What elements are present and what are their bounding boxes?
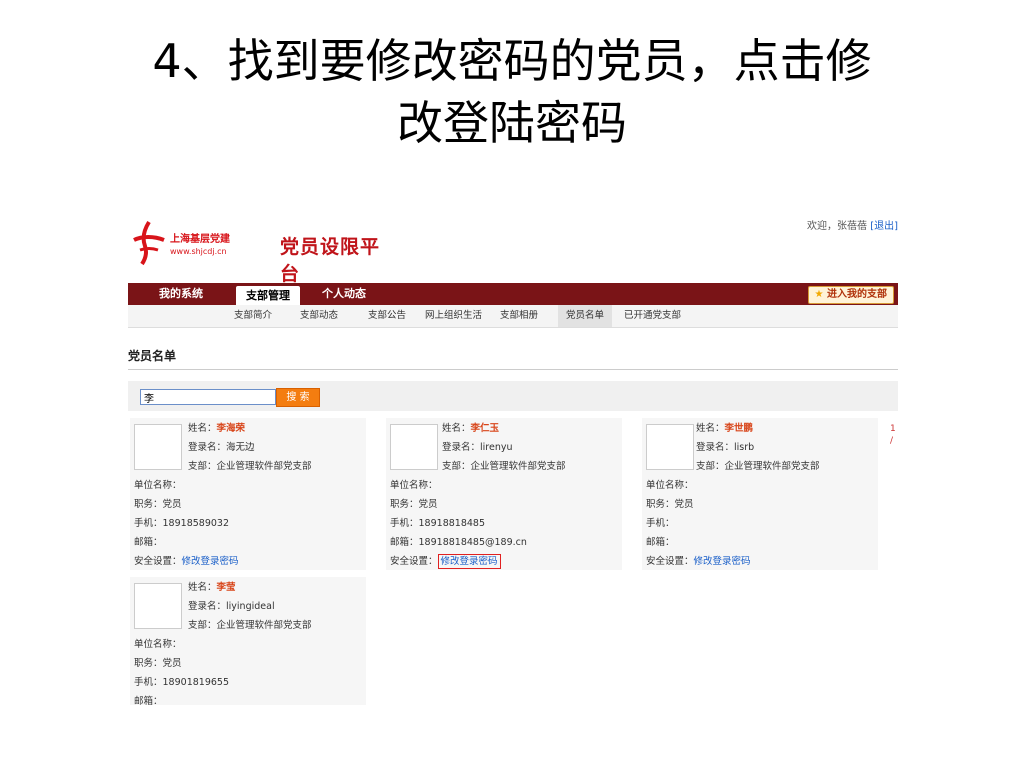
slide-title-line-2: 改登陆密码 <box>397 96 627 150</box>
member-duty-row: 职务：党员 <box>134 499 182 510</box>
member-name: 李仁玉 <box>470 423 500 434</box>
member-name-row: 姓名：李世鹏 <box>696 423 754 434</box>
member-email-row: 邮箱： <box>134 537 163 548</box>
site-logo[interactable]: 上海基层党建 www.shjcdj.cn 党员设限平台 <box>132 220 392 285</box>
welcome-bar: 欢迎，张蓓蓓 [退出] <box>807 217 898 232</box>
change-password-link-highlighted[interactable]: 修改登录密码 <box>437 554 501 569</box>
member-card: 姓名：李世鹏 登录名：lisrb 支部：企业管理软件部党支部 单位名称： 职务：… <box>642 418 878 570</box>
sub-nav: 支部简介 支部动态 支部公告 网上组织生活 支部相册 党员名单 已开通党支部 <box>128 305 898 328</box>
tab-personal-activity[interactable]: 个人动态 <box>314 283 374 305</box>
member-security-row: 安全设置：修改登录密码 <box>390 553 501 569</box>
member-login-row: 登录名：lisrb <box>696 442 755 453</box>
slide-title-line-1: 4、找到要修改密码的党员，点击修 <box>152 34 872 88</box>
member-branch: 企业管理软件部党支部 <box>724 461 820 472</box>
subnav-branch-notice[interactable]: 支部公告 <box>368 305 406 327</box>
member-card: 姓名：李仁玉 登录名：lirenyu 支部：企业管理软件部党支部 单位名称： 职… <box>386 418 622 570</box>
subnav-branch-intro[interactable]: 支部简介 <box>234 305 272 327</box>
tab-branch-management[interactable]: 支部管理 <box>236 286 300 305</box>
member-login: lirenyu <box>480 442 513 453</box>
member-login-row: 登录名：liyingideal <box>188 601 275 612</box>
star-icon: ★ <box>814 289 824 300</box>
party-logo-icon <box>133 220 165 266</box>
divider <box>128 369 898 370</box>
member-phone-row: 手机：18901819655 <box>134 677 230 688</box>
member-login: liyingideal <box>226 601 275 612</box>
subnav-member-list[interactable]: 党员名单 <box>558 305 613 327</box>
member-unit-row: 单位名称： <box>134 639 182 650</box>
welcome-text: 欢迎，张蓓蓓 <box>807 221 867 232</box>
member-name-row: 姓名：李海荣 <box>188 423 246 434</box>
member-name-row: 姓名：李莹 <box>188 582 236 593</box>
member-phone-row: 手机：18918818485 <box>390 518 486 529</box>
member-card: 姓名：李莹 登录名：liyingideal 支部：企业管理软件部党支部 单位名称… <box>130 577 366 705</box>
member-branch: 企业管理软件部党支部 <box>470 461 566 472</box>
member-unit-row: 单位名称： <box>390 480 438 491</box>
member-email-row: 邮箱： <box>646 537 675 548</box>
member-name: 李莹 <box>216 582 236 593</box>
search-input[interactable] <box>140 389 276 405</box>
member-branch-row: 支部：企业管理软件部党支部 <box>442 461 566 472</box>
search-bar: 搜 索 <box>128 381 898 411</box>
member-card: 姓名：李海荣 登录名：海无边 支部：企业管理软件部党支部 单位名称： 职务：党员… <box>130 418 366 570</box>
member-duty-row: 职务：党员 <box>646 499 694 510</box>
subnav-branch-album[interactable]: 支部相册 <box>500 305 538 327</box>
member-duty-row: 职务：党员 <box>390 499 438 510</box>
main-nav: 我的系统 支部管理 个人动态 ★ 进入我的支部 <box>128 283 898 305</box>
member-name: 李海荣 <box>216 423 246 434</box>
member-login-row: 登录名：海无边 <box>188 442 255 453</box>
change-password-link[interactable]: 修改登录密码 <box>694 556 751 567</box>
change-password-link[interactable]: 修改登录密码 <box>182 556 239 567</box>
tab-my-system[interactable]: 我的系统 <box>146 283 216 305</box>
enter-my-branch-button[interactable]: ★ 进入我的支部 <box>807 286 894 304</box>
member-unit-row: 单位名称： <box>646 480 694 491</box>
member-branch: 企业管理软件部党支部 <box>216 620 312 631</box>
member-name: 李世鹏 <box>724 423 754 434</box>
member-duty-row: 职务：党员 <box>134 658 182 669</box>
logo-small-text: 上海基层党建 <box>170 234 230 245</box>
member-login-row: 登录名：lirenyu <box>442 442 513 453</box>
member-branch-row: 支部：企业管理软件部党支部 <box>188 461 312 472</box>
member-name-row: 姓名：李仁玉 <box>442 423 500 434</box>
screenshot-panel: 上海基层党建 www.shjcdj.cn 党员设限平台 欢迎，张蓓蓓 [退出] … <box>110 205 900 705</box>
avatar <box>134 583 182 629</box>
subnav-opened-branches[interactable]: 已开通党支部 <box>624 305 681 327</box>
edge-text: 1 / <box>890 424 896 446</box>
member-security-row: 安全设置：修改登录密码 <box>646 556 751 567</box>
slide-title: 4、找到要修改密码的党员，点击修 改登陆密码 <box>60 30 964 154</box>
member-security-row: 安全设置：修改登录密码 <box>134 556 239 567</box>
logo-url: www.shjcdj.cn <box>170 247 227 256</box>
platform-name: 党员设限平台 <box>280 236 381 285</box>
page-title: 党员名单 <box>128 349 177 363</box>
member-phone-row: 手机： <box>646 518 675 529</box>
member-phone-row: 手机：18918589032 <box>134 518 230 529</box>
logout-link[interactable]: [退出] <box>870 221 898 232</box>
subnav-online-life[interactable]: 网上组织生活 <box>425 305 482 327</box>
search-button[interactable]: 搜 索 <box>276 388 320 407</box>
avatar <box>134 424 182 470</box>
member-email-row: 邮箱： <box>134 696 163 705</box>
avatar <box>646 424 694 470</box>
member-unit-row: 单位名称： <box>134 480 182 491</box>
subnav-branch-news[interactable]: 支部动态 <box>300 305 338 327</box>
member-login: 海无边 <box>226 442 255 453</box>
enter-my-branch-label: 进入我的支部 <box>827 289 887 300</box>
avatar <box>390 424 438 470</box>
member-branch-row: 支部：企业管理软件部党支部 <box>696 461 820 472</box>
member-branch: 企业管理软件部党支部 <box>216 461 312 472</box>
member-branch-row: 支部：企业管理软件部党支部 <box>188 620 312 631</box>
member-email-row: 邮箱：18918818485@189.cn <box>390 537 527 548</box>
member-login: lisrb <box>734 442 755 453</box>
